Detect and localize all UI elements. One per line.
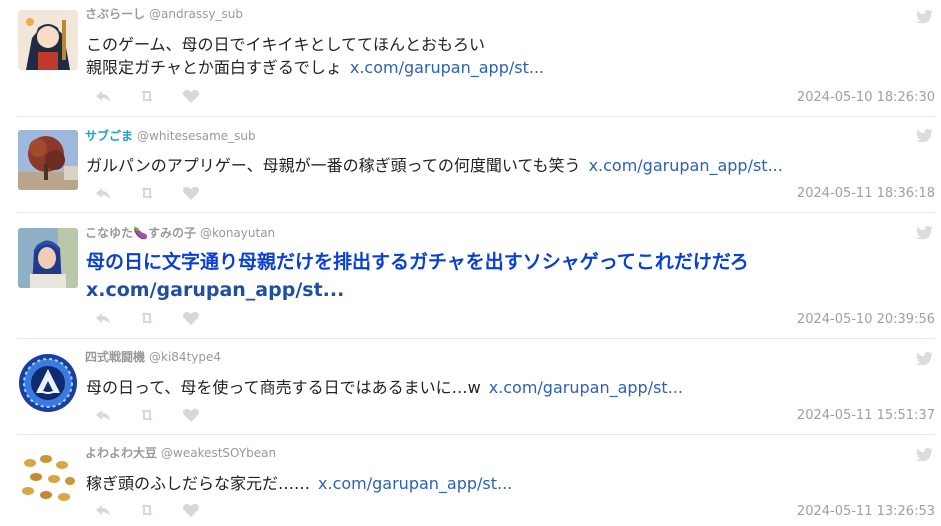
tweet-text-line: 母の日って、母を使って商売する日ではあるまいに…w xyxy=(86,378,481,397)
display-name[interactable]: こなゆた🍆すみの子 xyxy=(85,226,196,240)
avatar[interactable] xyxy=(18,353,78,413)
user-handle[interactable]: @weakestSOYbean xyxy=(161,446,276,460)
twitter-bird-icon[interactable] xyxy=(916,128,933,143)
heart-icon[interactable] xyxy=(182,407,200,423)
tweet-text-line: ガルパンのアプリゲー、母親が一番の稼ぎ頭っての何度聞いても笑う xyxy=(86,156,581,175)
reply-icon[interactable] xyxy=(94,407,112,423)
retweet-icon[interactable] xyxy=(138,407,156,423)
tweet-card[interactable]: 四式戦闘機 @ki84type4 母の日って、母を使って商売する日ではあるまいに…… xyxy=(0,339,941,434)
tweet-text-line: このゲーム、母の日でイキイキとしててほんとおもろい xyxy=(86,35,486,54)
tweet-text-line: 母の日に文字通り母親だけを排出するガチャを出すソシャゲってこれだけだろ xyxy=(86,251,749,273)
tweet-timeline: さぶらーし @andrassy_sub このゲーム、母の日でイキイキとしててほんと… xyxy=(0,0,941,526)
heart-icon[interactable] xyxy=(182,502,200,518)
retweet-icon[interactable] xyxy=(138,310,156,326)
twitter-bird-icon[interactable] xyxy=(916,447,933,462)
tweet-timestamp[interactable]: 2024-05-11 18:36:18 xyxy=(797,186,935,201)
avatar-image xyxy=(18,449,78,509)
tweet-card[interactable]: サブごま @whitesesame_sub ガルパンのアプリゲー、母親が一番の稼ぎ… xyxy=(0,117,941,212)
tweet-card[interactable]: さぶらーし @andrassy_sub このゲーム、母の日でイキイキとしててほんと… xyxy=(0,0,941,116)
avatar-image xyxy=(18,10,78,70)
tweet-timestamp[interactable]: 2024-05-11 15:51:37 xyxy=(797,408,935,423)
avatar[interactable] xyxy=(18,228,78,288)
retweet-icon[interactable] xyxy=(138,88,156,104)
heart-icon[interactable] xyxy=(182,310,200,326)
display-name[interactable]: さぶらーし xyxy=(85,7,145,21)
avatar[interactable] xyxy=(18,449,78,509)
tweet-timestamp[interactable]: 2024-05-11 13:26:53 xyxy=(797,504,935,519)
tweet-text: 母の日に文字通り母親だけを排出するガチャを出すソシャゲってこれだけだろ x.co… xyxy=(86,248,749,304)
tweet-link[interactable]: x.com/garupan_app/st... xyxy=(86,279,344,301)
heart-icon[interactable] xyxy=(182,185,200,201)
twitter-bird-icon[interactable] xyxy=(916,225,933,240)
display-name[interactable]: サブごま xyxy=(85,129,133,143)
tweet-text-line: 親限定ガチャとか面白すぎるでしょ xyxy=(86,58,342,77)
user-handle[interactable]: @ki84type4 xyxy=(149,350,221,364)
reply-icon[interactable] xyxy=(94,185,112,201)
display-name[interactable]: 四式戦闘機 xyxy=(85,350,145,364)
display-name[interactable]: よわよわ大豆 xyxy=(85,446,157,460)
tweet-text: 母の日って、母を使って商売する日ではあるまいに…w x.com/garupan_a… xyxy=(86,376,683,399)
retweet-icon[interactable] xyxy=(138,502,156,518)
tweet-card[interactable]: こなゆた🍆すみの子 @konayutan 母の日に文字通り母親だけを排出するガチャ… xyxy=(0,213,941,338)
tweet-text-line: 稼ぎ頭のふしだらな家元だ…… xyxy=(86,474,311,493)
reply-icon[interactable] xyxy=(94,88,112,104)
tweet-link[interactable]: x.com/garupan_app/st... xyxy=(489,378,683,397)
tweet-text: ガルパンのアプリゲー、母親が一番の稼ぎ頭っての何度聞いても笑う x.com/gar… xyxy=(86,154,783,177)
tweet-card[interactable]: よわよわ大豆 @weakestSOYbean 稼ぎ頭のふしだらな家元だ…… x.co… xyxy=(0,435,941,526)
tweet-text: このゲーム、母の日でイキイキとしててほんとおもろい 親限定ガチャとか面白すぎるで… xyxy=(86,33,544,79)
tweet-link[interactable]: x.com/garupan_app/st... xyxy=(589,156,783,175)
avatar-image xyxy=(18,353,78,413)
tweet-timestamp[interactable]: 2024-05-10 20:39:56 xyxy=(797,312,935,327)
twitter-bird-icon[interactable] xyxy=(916,351,933,366)
retweet-icon[interactable] xyxy=(138,185,156,201)
user-handle[interactable]: @whitesesame_sub xyxy=(137,129,256,143)
tweet-text: 稼ぎ頭のふしだらな家元だ…… x.com/garupan_app/st... xyxy=(86,472,512,495)
avatar[interactable] xyxy=(18,130,78,190)
avatar-image xyxy=(18,130,78,190)
twitter-bird-icon[interactable] xyxy=(916,9,933,24)
user-handle[interactable]: @konayutan xyxy=(200,226,275,240)
tweet-timestamp[interactable]: 2024-05-10 18:26:30 xyxy=(797,90,935,105)
avatar[interactable] xyxy=(18,10,78,70)
tweet-link[interactable]: x.com/garupan_app/st... xyxy=(318,474,512,493)
reply-icon[interactable] xyxy=(94,502,112,518)
avatar-image xyxy=(18,228,78,288)
reply-icon[interactable] xyxy=(94,310,112,326)
user-handle[interactable]: @andrassy_sub xyxy=(149,7,243,21)
heart-icon[interactable] xyxy=(182,88,200,104)
tweet-link[interactable]: x.com/garupan_app/st... xyxy=(350,58,544,77)
